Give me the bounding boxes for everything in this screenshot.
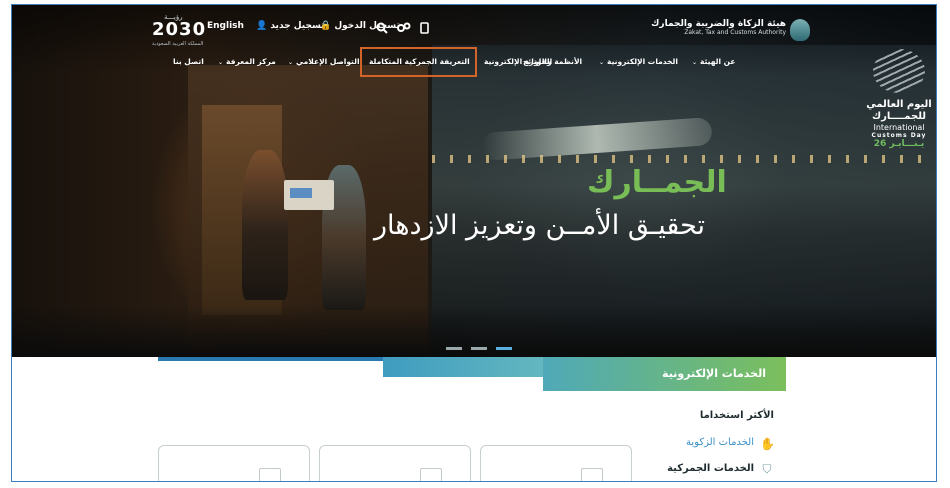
customs-day-ar-2: للجمــــارك — [871, 111, 927, 122]
nav-item-media[interactable]: ⌄ التواصل الإعلامي — [288, 57, 360, 66]
vision-year: 2030 — [152, 19, 207, 40]
zatca-emblem-icon — [790, 19, 810, 41]
slider-dots — [446, 335, 516, 354]
tab-accent-line — [158, 357, 383, 361]
user-plus-icon: 👤 — [256, 21, 268, 31]
zatca-logo[interactable]: هيئة الزكاة والضريبة والجمارك Zakat, Tax… — [651, 19, 786, 36]
search-icon[interactable] — [376, 19, 390, 34]
chevron-down-icon: ⌄ — [288, 59, 294, 66]
tab-e-services-label: الخدمات الإلكترونية — [662, 367, 766, 380]
service-link-zakat[interactable]: الخدمات الزكوية — [686, 437, 754, 448]
logo-arabic: هيئة الزكاة والضريبة والجمارك — [651, 19, 786, 29]
slider-dot[interactable] — [446, 347, 462, 350]
nav-item-contact[interactable]: اتصل بنا — [173, 57, 204, 66]
service-link-customs[interactable]: الخدمات الجمركية — [667, 463, 754, 474]
logo-english: Zakat, Tax and Customs Authority — [684, 29, 786, 36]
hero-runway-lights — [432, 155, 936, 163]
tab-accent-block — [383, 357, 543, 377]
slider-dot[interactable] — [471, 347, 488, 350]
slider-dot-active[interactable] — [496, 347, 513, 350]
lock-icon: 🔒 — [320, 21, 332, 31]
nav-item-about[interactable]: ⌄ عن الهيئة — [692, 57, 736, 66]
service-card[interactable] — [480, 445, 632, 481]
chevron-down-icon: ⌄ — [218, 59, 224, 66]
nav-item-knowledge-center[interactable]: ⌄ مركز المعرفة — [218, 57, 276, 66]
card-icon — [420, 468, 442, 481]
services-tab-bar: الخدمات الإلكترونية — [158, 357, 786, 391]
customs-day-en-1: International — [873, 123, 925, 132]
nav-item-e-invoicing[interactable]: الفوترة الإلكترونية — [484, 57, 552, 66]
nav-label: التواصل الإعلامي — [296, 57, 360, 66]
shield-icon: ⛉ — [762, 462, 772, 476]
tab-e-services[interactable]: الخدمات الإلكترونية — [543, 357, 786, 391]
nav-label: الفوترة الإلكترونية — [484, 57, 553, 66]
most-used-heading: الأكثر استخداما — [699, 410, 774, 421]
hero-package — [284, 180, 334, 210]
hero-banner: رؤيـــة 2030 المملكة العربية السعودية En… — [12, 5, 936, 357]
nav-label: مركز المعرفة — [226, 57, 276, 66]
customs-day-date: 26 يـنـــايـر — [873, 139, 925, 149]
nav-item-e-services[interactable]: ⌄ الخدمات الإلكترونية — [599, 57, 678, 66]
hero-subtitle: تحقيـق الأمــن وتعزيز الازدهار — [374, 210, 706, 241]
hero-title: الجمــارك — [587, 165, 727, 200]
card-icon — [581, 468, 603, 481]
vision-tiny-text: المملكة العربية السعودية — [152, 41, 204, 47]
service-card[interactable] — [319, 445, 471, 481]
hero-person-receiver — [242, 150, 288, 300]
language-switch[interactable]: English — [207, 21, 244, 31]
service-card[interactable] — [158, 445, 310, 481]
chevron-down-icon: ⌄ — [599, 59, 605, 66]
package-label — [290, 188, 312, 198]
mobile-icon[interactable] — [420, 19, 434, 34]
customs-day-ar-1: اليوم العالمي — [866, 99, 932, 110]
chevron-down-icon: ⌄ — [692, 59, 698, 66]
login-label: تسجيل الدخول — [334, 21, 400, 31]
nav-label: اتصل بنا — [173, 57, 204, 66]
nav-label: الخدمات الإلكترونية — [607, 57, 678, 66]
globe-lines-icon — [873, 49, 925, 93]
nav-highlight-box — [360, 47, 477, 77]
customs-day-en-2: Customs Day — [871, 132, 927, 139]
page-frame: رؤيـــة 2030 المملكة العربية السعودية En… — [11, 4, 937, 482]
card-icon — [259, 468, 281, 481]
customs-day-banner[interactable]: اليوم العالمي للجمــــارك International … — [864, 49, 934, 149]
hand-coin-icon: ✋ — [760, 437, 775, 451]
register-label: تسجيل جديد — [270, 21, 325, 31]
settings-icon[interactable] — [397, 19, 411, 33]
register-link[interactable]: 👤 تسجيل جديد — [256, 21, 325, 31]
nav-label: عن الهيئة — [700, 57, 736, 66]
